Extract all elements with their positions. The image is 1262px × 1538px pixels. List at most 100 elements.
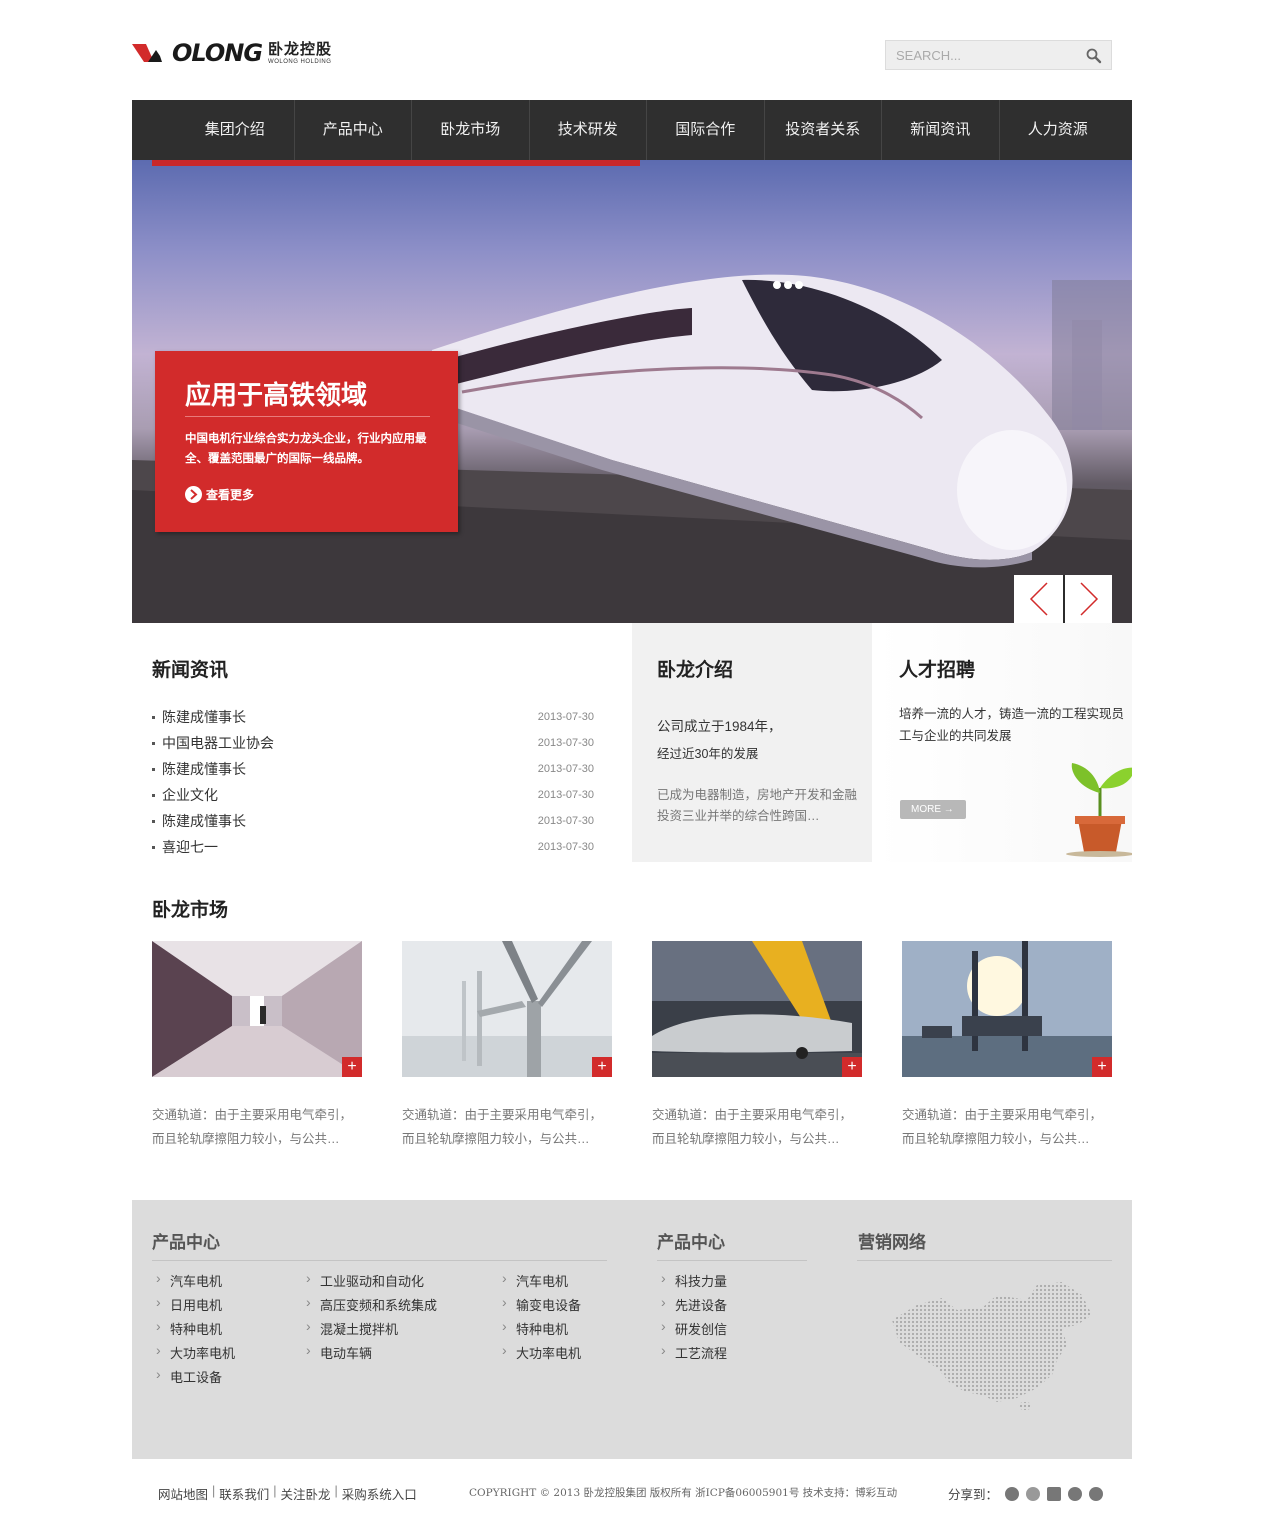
footer-link[interactable]: 电工设备 [154,1366,222,1386]
footer-products2-title: 产品中心 [657,1233,725,1253]
news-item-date: 2013-07-30 [537,841,594,853]
news-item-date: 2013-07-30 [537,815,594,827]
plus-icon[interactable]: + [342,1057,362,1077]
news-item: 陈建成懂事长 2013-07-30 [152,761,602,787]
news-item-title[interactable]: 陈建成懂事长 [152,761,246,787]
news-item: 企业文化 2013-07-30 [152,787,602,813]
procurement-link[interactable]: 采购系统入口 [342,1484,417,1503]
plus-icon[interactable]: + [592,1057,612,1077]
bottom-bar: 网站地图 | 联系我们 | 关注卧龙 | 采购系统入口 COPYRIGHT © … [0,1484,1262,1503]
plus-icon[interactable]: + [842,1057,862,1077]
about-line-history: 经过近30年的发展 [657,747,759,761]
link-separator: | [212,1484,216,1498]
kaixin-icon[interactable] [1089,1486,1104,1501]
footer-link[interactable]: 特种电机 [154,1318,222,1338]
news-section: 新闻资讯 陈建成懂事长 2013-07-30 中国电器工业协会 2013-07-30… [152,655,602,865]
news-item-title[interactable]: 中国电器工业协会 [152,735,274,761]
search-input[interactable] [886,41,1076,69]
nav-item-products[interactable]: 产品中心 [293,100,412,160]
banner-next-button[interactable] [1063,575,1112,623]
footer-link[interactable]: 汽车电机 [500,1270,568,1290]
footer-link[interactable]: 高压变频和系统集成 [304,1294,437,1314]
banner-divider [185,416,430,417]
banner-more-link[interactable]: 查看更多 [185,486,254,503]
footer-products-title: 产品中心 [152,1233,220,1253]
footer-link[interactable]: 大功率电机 [500,1342,581,1362]
footer-link[interactable]: 输变电设备 [500,1294,581,1314]
footer-link[interactable]: 工艺流程 [659,1342,727,1362]
market-card: + 交通轨道：由于主要采用电气牵引，而且轮轨摩擦阻力较小，与公共… [652,941,862,1151]
tencent-weibo-icon[interactable] [1026,1486,1041,1501]
nav-item-rnd[interactable]: 技术研发 [528,100,647,160]
sitemap-link[interactable]: 网站地图 [158,1484,208,1503]
about-line-founded: 公司成立于1984年， [657,719,782,734]
banner-caption-card: 应用于高铁领域 中国电机行业综合实力龙头企业，行业内应用最全、覆盖范围最广的国际… [155,351,458,532]
logo-english-name: WOLONG HOLDING [268,58,332,65]
footer-link[interactable]: 日用电机 [154,1294,222,1314]
nav-item-group-intro[interactable]: 集团介绍 [176,100,294,160]
footer-link[interactable]: 研发创信 [659,1318,727,1338]
recruit-panel: 人才招聘 培养一流的人才，铸造一流的工程实现员工与企业的共同发展 MORE → [875,623,1132,862]
search-icon[interactable] [1085,47,1103,65]
banner-title: 应用于高铁领域 [185,380,368,410]
news-item-date: 2013-07-30 [537,737,594,749]
news-item-title[interactable]: 陈建成懂事长 [152,813,246,839]
about-summary[interactable]: 已成为电器制造，房地产开发和金融投资三业并举的综合性跨国… [657,785,867,827]
market-title: 卧龙市场 [152,899,229,921]
news-list: 陈建成懂事长 2013-07-30 中国电器工业协会 2013-07-30 陈建成懂… [152,709,602,865]
about-title: 卧龙介绍 [657,659,734,681]
nav-item-international[interactable]: 国际合作 [646,100,764,160]
market-card-image-subway[interactable]: + [152,941,362,1077]
footer-link[interactable]: 科技力量 [659,1270,727,1290]
footer-link[interactable]: 电动车辆 [304,1342,372,1362]
main-nav: 集团介绍 产品中心 卧龙市场 技术研发 国际合作 投资者关系 新闻资讯 人力资源 [132,100,1132,160]
arrow-circle-icon [185,486,202,503]
news-item-title[interactable]: 陈建成懂事长 [152,709,246,735]
market-card-image-aircraft[interactable]: + [652,941,862,1077]
plus-icon[interactable]: + [1092,1057,1112,1077]
nav-item-market[interactable]: 卧龙市场 [411,100,529,160]
recruit-more-button[interactable]: MORE → [900,800,966,819]
banner-more-label: 查看更多 [206,488,255,502]
nav-item-investors[interactable]: 投资者关系 [763,100,882,160]
douban-icon[interactable] [1047,1486,1062,1501]
market-card: + 交通轨道：由于主要采用电气牵引，而且轮轨摩擦阻力较小，与公共… [152,941,362,1151]
banner-prev-button[interactable] [1014,575,1063,623]
footer-link[interactable]: 先进设备 [659,1294,727,1314]
market-card: + 交通轨道：由于主要采用电气牵引，而且轮轨摩擦阻力较小，与公共… [402,941,612,1151]
about-panel: 卧龙介绍 公司成立于1984年， 经过近30年的发展 已成为电器制造，房地产开发… [632,623,872,862]
share-bar: 分享到： [948,1484,1104,1503]
contact-link[interactable]: 联系我们 [219,1484,269,1503]
news-item-title[interactable]: 企业文化 [152,787,218,813]
weibo-icon[interactable] [1005,1486,1020,1501]
news-item-date: 2013-07-30 [537,711,594,723]
footer-divider [152,1260,607,1261]
banner-description: 中国电机行业综合实力龙头企业，行业内应用最全、覆盖范围最广的国际一线品牌。 [185,433,427,465]
footer-link[interactable]: 特种电机 [500,1318,568,1338]
footer-link[interactable]: 工业驱动和自动化 [304,1270,424,1290]
footer-link[interactable]: 大功率电机 [154,1342,235,1362]
china-map-image[interactable] [887,1280,1107,1410]
footer-link[interactable]: 混凝土搅拌机 [304,1318,398,1338]
recruit-title: 人才招聘 [899,659,976,681]
news-item: 中国电器工业协会 2013-07-30 [152,735,602,761]
plant-pot-image [1066,763,1132,857]
renren-icon[interactable] [1068,1486,1083,1501]
search-box [885,40,1112,70]
banner-arrows [1014,575,1112,623]
news-item-title[interactable]: 喜迎七一 [152,839,218,865]
nav-item-hr[interactable]: 人力资源 [998,100,1117,160]
footer-link[interactable]: 汽车电机 [154,1270,222,1290]
logo[interactable]: OLONG 卧龙控股 WOLONG HOLDING [132,40,382,66]
nav-item-news[interactable]: 新闻资讯 [881,100,999,160]
market-card-text: 交通轨道：由于主要采用电气牵引，而且轮轨摩擦阻力较小，与公共… [152,1108,353,1146]
follow-link[interactable]: 关注卧龙 [281,1484,331,1503]
news-item: 喜迎七一 2013-07-30 [152,839,602,865]
market-card-text: 交通轨道：由于主要采用电气牵引，而且轮轨摩擦阻力较小，与公共… [402,1108,603,1146]
market-card-image-wind[interactable]: + [402,941,612,1077]
copyright-text: COPYRIGHT © 2013 卧龙控股集团 版权所有 浙ICP备060059… [469,1487,898,1499]
bottom-links: 网站地图 | 联系我们 | 关注卧龙 | 采购系统入口 [158,1484,417,1503]
logo-chinese-name: 卧龙控股 [268,40,333,58]
market-card-image-oil-rig[interactable]: + [902,941,1112,1077]
market-card: + 交通轨道：由于主要采用电气牵引，而且轮轨摩擦阻力较小，与公共… [902,941,1112,1151]
